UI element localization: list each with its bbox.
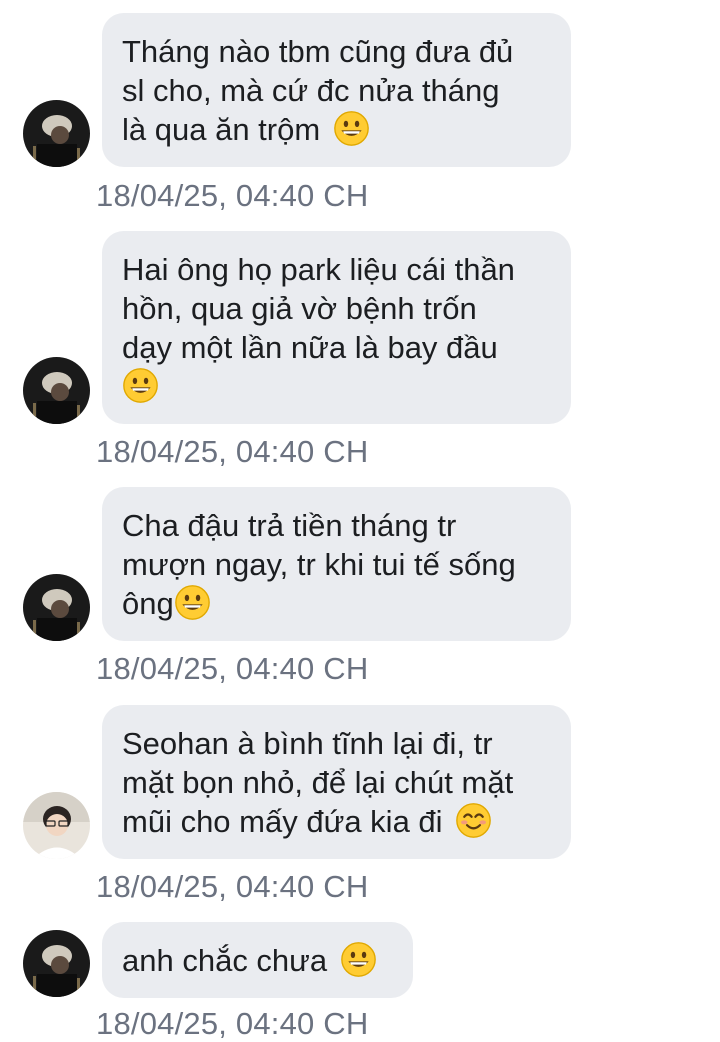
message-timestamp: 18/04/25, 04:40 CH bbox=[96, 1006, 369, 1041]
dark-avatar-image bbox=[23, 930, 90, 997]
light-avatar-image bbox=[23, 792, 90, 859]
grinning-face-icon bbox=[174, 584, 211, 621]
message-bubble[interactable]: Tháng nào tbm cũng đưa đủ sl cho, mà cứ … bbox=[102, 13, 571, 167]
message-timestamp: 18/04/25, 04:40 CH bbox=[96, 869, 369, 904]
message-text: mượn ngay, tr khi tui tế sống bbox=[122, 547, 516, 582]
message-text: mặt bọn nhỏ, để lại chút mặt bbox=[122, 765, 514, 800]
message-bubble[interactable]: Hai ông họ park liệu cái thần hồn, qua g… bbox=[102, 231, 571, 424]
avatar[interactable] bbox=[23, 100, 90, 167]
message-text: Tháng nào tbm cũng đưa đủ bbox=[122, 34, 514, 69]
message-text: Seohan à bình tĩnh lại đi, tr bbox=[122, 726, 493, 761]
grinning-face-icon bbox=[122, 367, 159, 404]
message-text bbox=[122, 367, 551, 406]
grinning-face-icon bbox=[340, 941, 377, 978]
message-text: sl cho, mà cứ đc nửa tháng bbox=[122, 73, 500, 108]
avatar[interactable] bbox=[23, 357, 90, 424]
dark-avatar-image bbox=[23, 574, 90, 641]
message-text: anh chắc chưa bbox=[122, 941, 393, 980]
smiling-face-icon bbox=[455, 802, 492, 839]
message-bubble[interactable]: anh chắc chưa bbox=[102, 922, 413, 998]
avatar[interactable] bbox=[23, 930, 90, 997]
avatar[interactable] bbox=[23, 792, 90, 859]
message-text: Cha đậu trả tiền tháng tr bbox=[122, 508, 457, 543]
message-bubble[interactable]: Cha đậu trả tiền tháng tr mượn ngay, tr … bbox=[102, 487, 571, 641]
message-text: mũi cho mấy đứa kia đi bbox=[122, 802, 551, 841]
avatar[interactable] bbox=[23, 574, 90, 641]
message-timestamp: 18/04/25, 04:40 CH bbox=[96, 178, 369, 213]
message-bubble[interactable]: Seohan à bình tĩnh lại đi, tr mặt bọn nh… bbox=[102, 705, 571, 859]
message-text: là qua ăn trộm bbox=[122, 110, 551, 149]
message-timestamp: 18/04/25, 04:40 CH bbox=[96, 651, 369, 686]
message-text: hồn, qua giả vờ bệnh trốn bbox=[122, 291, 477, 326]
message-timestamp: 18/04/25, 04:40 CH bbox=[96, 434, 369, 469]
message-text: ông bbox=[122, 584, 551, 623]
message-text: Hai ông họ park liệu cái thần bbox=[122, 252, 515, 287]
dark-avatar-image bbox=[23, 357, 90, 424]
grinning-face-icon bbox=[333, 110, 370, 147]
dark-avatar-image bbox=[23, 100, 90, 167]
message-text: dạy một lần nữa là bay đầu bbox=[122, 330, 498, 365]
